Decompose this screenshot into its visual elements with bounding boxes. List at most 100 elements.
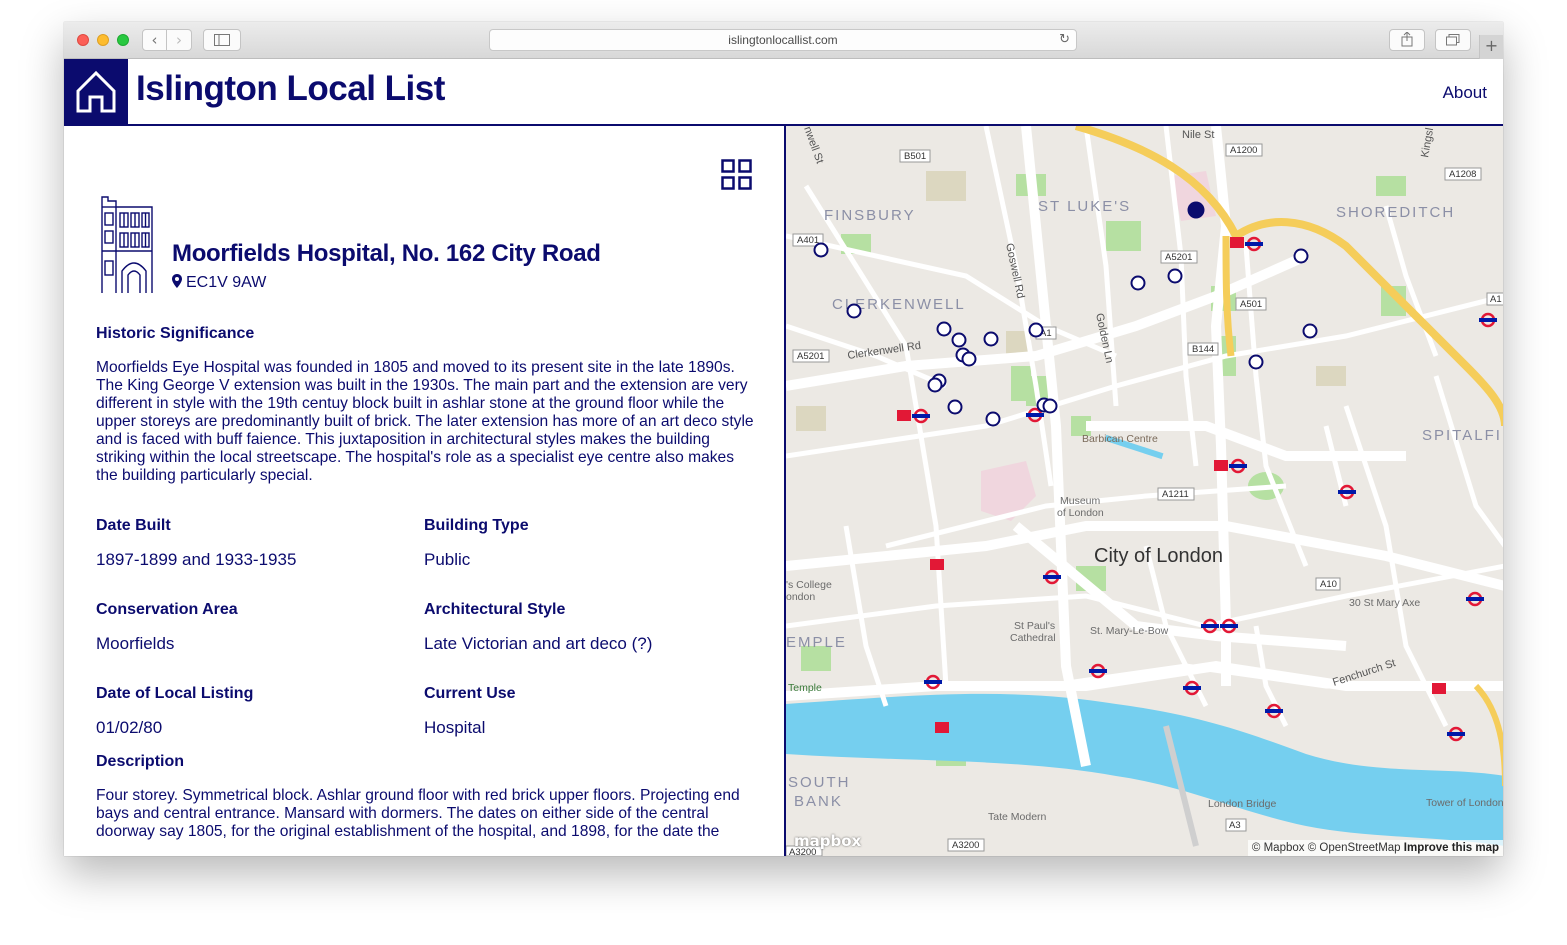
- road-shield: A1208: [1444, 167, 1482, 181]
- poi-label: Cathedral: [1010, 632, 1056, 644]
- arterial-road-3: [1473, 683, 1503, 787]
- mapbox-logo[interactable]: mapbox: [794, 832, 861, 850]
- road-shield-label: A1200: [1230, 145, 1257, 156]
- historic-significance-text: Moorfields Eye Hospital was founded in 1…: [96, 359, 754, 484]
- listing-marker[interactable]: [1028, 322, 1044, 338]
- house-icon: [76, 70, 116, 113]
- listing-marker[interactable]: [947, 399, 963, 415]
- listing-marker[interactable]: [983, 331, 999, 347]
- listing-marker[interactable]: [961, 351, 977, 367]
- listing-marker[interactable]: [1042, 398, 1058, 414]
- road-shield-label: A3200: [952, 840, 979, 851]
- architectural-style-label: Architectural Style: [424, 601, 566, 618]
- poi-label: 's College: [786, 579, 832, 591]
- minimize-window-button[interactable]: [97, 34, 109, 46]
- browser-toolbar: ‹ › islingtonlocallist.com ↻ +: [64, 22, 1503, 59]
- road-shield-label: A1208: [1449, 169, 1476, 180]
- area-label: SPITALFI: [1422, 427, 1502, 444]
- listing-marker[interactable]: [951, 332, 967, 348]
- road-shield: A1200: [1225, 143, 1263, 157]
- area-label: BANK: [794, 793, 843, 810]
- road-shield: A1211: [1157, 487, 1195, 501]
- date-listing-value: 01/02/80: [96, 718, 163, 737]
- road-shield: B501: [899, 149, 931, 163]
- rail-icon: [897, 410, 911, 421]
- chevron-left-icon: ‹: [151, 31, 158, 49]
- road-shield: A5201: [792, 349, 830, 363]
- road-shield-label: A1211: [1162, 489, 1189, 500]
- site-header: Islington Local List About: [64, 59, 1503, 126]
- site-logo[interactable]: [64, 59, 128, 125]
- map-view[interactable]: FINSBURY ST LUKE'S SHOREDITCH CLERKENWEL…: [784, 126, 1503, 856]
- rail-icon: [930, 559, 944, 570]
- listing-marker[interactable]: [1302, 323, 1318, 339]
- close-window-button[interactable]: [77, 34, 89, 46]
- tabs-overview-button[interactable]: [1435, 29, 1471, 51]
- chevron-right-icon: ›: [176, 31, 182, 49]
- listing-marker[interactable]: [1248, 354, 1264, 370]
- road-shield: A1: [1486, 292, 1503, 306]
- description-text: Four storey. Symmetrical block. Ashlar g…: [96, 787, 740, 840]
- street-label: nwell St: [801, 126, 825, 165]
- rail-icon: [1214, 460, 1228, 471]
- sidebar-icon: [214, 34, 230, 46]
- listing-marker[interactable]: [927, 377, 943, 393]
- listing-marker[interactable]: [846, 303, 862, 319]
- road-shield: B144: [1187, 342, 1219, 356]
- map-attribution: © Mapbox © OpenStreetMap Improve this ma…: [1247, 840, 1503, 856]
- about-link[interactable]: About: [1443, 83, 1487, 103]
- listing-marker[interactable]: [936, 321, 952, 337]
- share-button[interactable]: [1389, 29, 1425, 51]
- architectural-style-value: Late Victorian and art deco (?): [424, 634, 653, 653]
- area-label: EMPLE: [786, 634, 847, 651]
- poi-label: St. Mary-Le-Bow: [1090, 625, 1169, 637]
- map-pin-icon: [172, 274, 182, 288]
- building-type-value: Public: [424, 550, 471, 569]
- url-text: islingtonlocallist.com: [728, 33, 838, 47]
- poi-label: Barbican Centre: [1082, 433, 1158, 445]
- underground-icon: [1466, 591, 1484, 607]
- area-label: SHOREDITCH: [1336, 204, 1455, 221]
- attribution-osm-link[interactable]: © OpenStreetMap: [1308, 842, 1401, 854]
- poi-label: Tower of London: [1426, 797, 1503, 809]
- new-tab-button[interactable]: +: [1479, 35, 1503, 59]
- reload-icon[interactable]: ↻: [1059, 30, 1070, 50]
- entry-title: Moorfields Hospital, No. 162 City Road: [172, 240, 601, 267]
- date-built-label: Date Built: [96, 517, 171, 534]
- listing-marker[interactable]: [1130, 275, 1146, 291]
- site-title[interactable]: Islington Local List: [136, 69, 445, 109]
- poi-label: Museum: [1060, 495, 1101, 507]
- improve-map-link[interactable]: Improve this map: [1404, 842, 1499, 854]
- address-bar[interactable]: islingtonlocallist.com ↻: [489, 29, 1077, 51]
- map-canvas[interactable]: FINSBURY ST LUKE'S SHOREDITCH CLERKENWEL…: [786, 126, 1503, 856]
- city-label: City of London: [1094, 545, 1223, 567]
- zoom-window-button[interactable]: [117, 34, 129, 46]
- sidebar-toggle-button[interactable]: [203, 29, 241, 51]
- building-type-label: Building Type: [424, 517, 529, 534]
- listing-marker[interactable]: [1293, 248, 1309, 264]
- listing-marker[interactable]: [985, 411, 1001, 427]
- underground-icon: [1479, 312, 1497, 328]
- selected-listing-marker[interactable]: [1187, 201, 1205, 219]
- road-shield-label: A5201: [1165, 252, 1192, 263]
- forward-button[interactable]: ›: [167, 29, 192, 51]
- date-listing-label: Date of Local Listing: [96, 685, 254, 702]
- grid-view-icon[interactable]: [721, 159, 752, 190]
- browser-window: ‹ › islingtonlocallist.com ↻ + Islington…: [64, 22, 1503, 856]
- listing-marker[interactable]: [813, 242, 829, 258]
- poi-label: St Paul's: [1014, 620, 1055, 632]
- road-shield-label: A3: [1229, 820, 1241, 831]
- underground-icon: [1447, 726, 1465, 742]
- road-shield-label: A1: [1490, 294, 1502, 305]
- road-shield: A5201: [1160, 250, 1198, 264]
- road-shield-label: A401: [797, 235, 819, 246]
- road-shield: A501: [1235, 297, 1267, 311]
- area-label: FINSBURY: [824, 207, 916, 224]
- plus-icon: +: [1484, 36, 1499, 55]
- poi-label: Temple: [788, 682, 822, 694]
- back-button[interactable]: ‹: [142, 29, 167, 51]
- tabs-icon: [1446, 34, 1460, 46]
- road-shield: A10: [1315, 577, 1341, 591]
- listing-marker[interactable]: [1167, 268, 1183, 284]
- attribution-mapbox-link[interactable]: © Mapbox: [1252, 842, 1305, 854]
